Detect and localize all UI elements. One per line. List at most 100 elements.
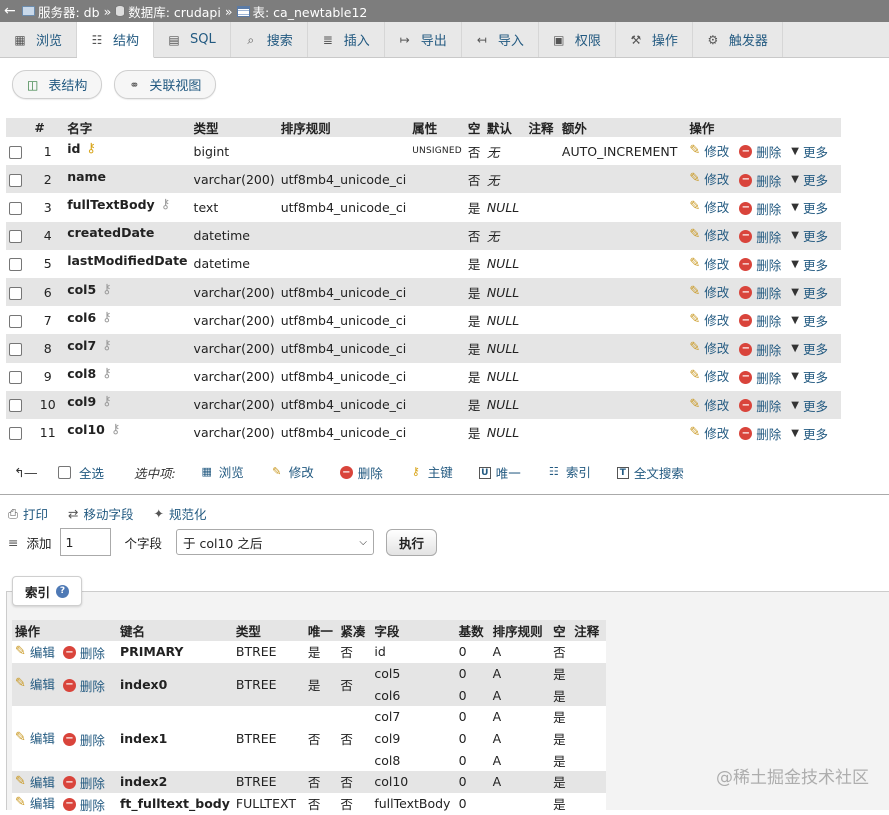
row-checkbox[interactable] — [9, 399, 22, 413]
normalize-link[interactable]: ✦ 规范化 — [154, 504, 207, 523]
execute-button[interactable]: 执行 — [386, 528, 438, 556]
bulk-key-button[interactable]: ⚷ 主键 — [409, 462, 453, 481]
add-fields-count-input[interactable]: 1 — [59, 528, 111, 556]
subtab-relation-view[interactable]: ⚭ 关联视图 — [114, 70, 217, 99]
column-name: createdDate — [67, 225, 154, 240]
more-menu-button[interactable]: ▼ 更多 — [791, 142, 828, 161]
drop-column-button[interactable]: − 删除 — [739, 424, 781, 443]
row-checkbox[interactable] — [9, 427, 22, 441]
tab-export[interactable]: ↦ 导出 — [385, 22, 462, 57]
row-checkbox[interactable] — [9, 201, 22, 215]
edit-column-button[interactable]: ✎ 修改 — [689, 423, 729, 442]
more-label: 更多 — [802, 285, 828, 301]
tab-table[interactable]: ▦ 浏览 — [0, 22, 78, 57]
add-fields-position-select[interactable]: 于 col10 之后 ⌵ — [176, 529, 375, 555]
column-name-text: col7 — [67, 337, 97, 353]
tab-label: 浏览 — [36, 34, 63, 49]
back-arrow-icon[interactable]: ← — [4, 3, 22, 19]
row-checkbox[interactable] — [9, 314, 22, 328]
tab-wrench[interactable]: ⚒ 操作 — [616, 22, 693, 57]
more-menu-button[interactable]: ▼ 更多 — [791, 170, 828, 189]
edit-index-button[interactable]: ✎ 编辑 — [15, 772, 55, 791]
breadcrumb-table[interactable]: 表: ca_newtable12 — [236, 2, 367, 21]
bulk-pencil-button[interactable]: ✎ 修改 — [270, 462, 314, 481]
row-check-cell — [6, 418, 32, 448]
drop-column-button[interactable]: − 删除 — [739, 227, 781, 246]
more-menu-button[interactable]: ▼ 更多 — [791, 396, 828, 415]
drop-index-button[interactable]: − 删除 — [62, 795, 105, 814]
tab-import[interactable]: ↤ 导入 — [462, 22, 539, 57]
column-row: 8 col7 ⚷ varchar(200) utf8mb4_unicode_ci 是 NUL… — [6, 334, 841, 363]
row-checkbox[interactable] — [9, 230, 22, 244]
drop-column-button[interactable]: − 删除 — [739, 199, 781, 218]
more-menu-button[interactable]: ▼ 更多 — [791, 255, 828, 274]
more-menu-button[interactable]: ▼ 更多 — [791, 339, 828, 358]
edit-column-button[interactable]: ✎ 修改 — [689, 310, 729, 329]
bulk-index-button[interactable]: ☷ 索引 — [547, 462, 591, 481]
tab-triggers[interactable]: ⚙ 触发器 — [693, 22, 783, 57]
row-checkbox[interactable] — [9, 145, 22, 159]
tab-structure[interactable]: ☷ 结构 — [77, 22, 155, 58]
more-label: 更多 — [802, 201, 828, 217]
drop-column-button[interactable]: − 删除 — [739, 171, 781, 190]
edit-column-button[interactable]: ✎ 修改 — [689, 338, 729, 357]
edit-index-button[interactable]: ✎ 编辑 — [15, 674, 55, 693]
index-row: ✎ 编辑 − 删除 index2 BTREE 否否 col10 0 A 是 — [12, 771, 606, 793]
check-all-checkbox[interactable] — [58, 465, 71, 479]
help-icon[interactable]: ? — [56, 584, 70, 598]
drop-column-button[interactable]: − 删除 — [739, 396, 781, 415]
drop-index-button[interactable]: − 删除 — [62, 730, 105, 749]
more-menu-button[interactable]: ▼ 更多 — [791, 283, 828, 302]
edit-column-button[interactable]: ✎ 修改 — [689, 254, 729, 273]
more-menu-button[interactable]: ▼ 更多 — [791, 311, 828, 330]
edit-column-button[interactable]: ✎ 修改 — [689, 169, 729, 188]
more-menu-button[interactable]: ▼ 更多 — [791, 226, 828, 245]
tab-privileges[interactable]: ▣ 权限 — [539, 22, 616, 57]
print-link[interactable]: ⎙ 打印 — [8, 504, 48, 523]
bulk-drop-button[interactable]: − 删除 — [339, 463, 383, 482]
drop-column-button[interactable]: − 删除 — [739, 142, 781, 161]
edit-column-button[interactable]: ✎ 修改 — [689, 141, 729, 160]
row-checkbox[interactable] — [9, 371, 22, 385]
index-null: 是 — [550, 792, 572, 815]
index-column: col5 — [371, 662, 456, 685]
drop-column-button[interactable]: − 删除 — [739, 311, 781, 330]
tab-insert[interactable]: ≣ 插入 — [308, 22, 385, 57]
breadcrumb-database[interactable]: 数据库: crudapi — [115, 2, 221, 21]
more-menu-button[interactable]: ▼ 更多 — [791, 198, 828, 217]
move-columns-link[interactable]: ⇄ 移动字段 — [68, 504, 134, 523]
edit-index-button[interactable]: ✎ 编辑 — [15, 642, 55, 661]
edit-column-button[interactable]: ✎ 修改 — [689, 225, 729, 244]
index-keyname: ft_fulltext_body — [116, 792, 233, 815]
more-menu-button[interactable]: ▼ 更多 — [791, 367, 828, 386]
drop-column-button[interactable]: − 删除 — [739, 368, 781, 387]
edit-index-button[interactable]: ✎ 编辑 — [15, 728, 55, 747]
header-num: # — [31, 118, 65, 137]
bulk-unique-button[interactable]: U 唯一 — [478, 463, 521, 482]
drop-column-button[interactable]: − 删除 — [739, 283, 781, 302]
tab-sql[interactable]: ▤ SQL — [154, 22, 231, 57]
subtab-table-structure[interactable]: ◫ 表结构 — [12, 70, 103, 99]
more-menu-button[interactable]: ▼ 更多 — [791, 424, 828, 443]
column-extra — [558, 334, 687, 363]
bulk-fulltext-button[interactable]: T 全文搜索 — [616, 463, 684, 482]
check-all-label[interactable]: 全选 — [79, 463, 104, 482]
tab-search[interactable]: ⌕ 搜索 — [231, 22, 308, 57]
edit-column-button[interactable]: ✎ 修改 — [689, 282, 729, 301]
row-checkbox[interactable] — [9, 342, 22, 356]
breadcrumb-server[interactable]: 服务器: db — [22, 2, 100, 21]
column-default: NULL — [483, 249, 526, 278]
drop-index-button[interactable]: − 删除 — [62, 773, 105, 792]
row-checkbox[interactable] — [9, 173, 22, 187]
edit-column-button[interactable]: ✎ 修改 — [689, 197, 729, 216]
drop-index-button[interactable]: − 删除 — [62, 676, 105, 695]
edit-column-button[interactable]: ✎ 修改 — [689, 366, 729, 385]
drop-column-button[interactable]: − 删除 — [739, 340, 781, 359]
row-checkbox[interactable] — [9, 286, 22, 300]
pencil-icon: ✎ — [689, 142, 701, 158]
drop-index-button[interactable]: − 删除 — [62, 643, 105, 662]
edit-column-button[interactable]: ✎ 修改 — [689, 395, 729, 414]
drop-column-button[interactable]: − 删除 — [739, 255, 781, 274]
bulk-table-button[interactable]: ▦ 浏览 — [200, 462, 244, 481]
row-checkbox[interactable] — [9, 258, 22, 272]
